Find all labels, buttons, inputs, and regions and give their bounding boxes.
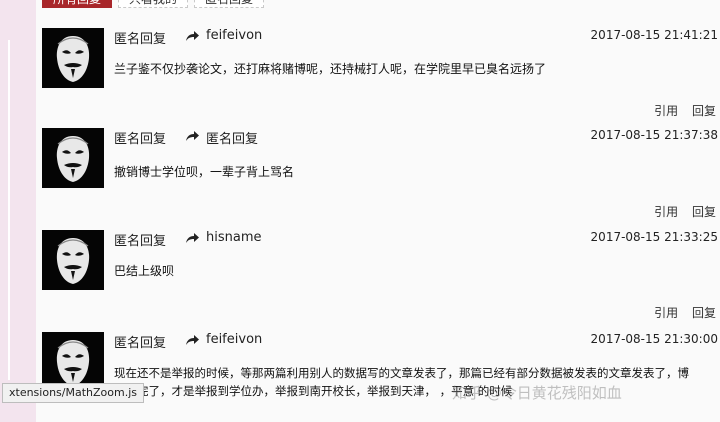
- guy-fawkes-mask-icon[interactable]: [42, 128, 104, 188]
- reply-button[interactable]: 回复: [692, 104, 716, 118]
- comment-actions: 引用 回复: [644, 304, 716, 321]
- quote-button[interactable]: 引用: [654, 205, 678, 219]
- share-arrow-icon: [186, 131, 199, 141]
- reply-button[interactable]: 回复: [692, 205, 716, 219]
- comment-text: 撤销博士学位呗，一辈子背上骂名: [114, 165, 295, 179]
- quote-button[interactable]: 引用: [654, 104, 678, 118]
- reply-target[interactable]: 匿名回复: [206, 128, 258, 147]
- share-arrow-icon: [186, 335, 199, 345]
- comment-text: 巴结上级呗: [114, 264, 175, 278]
- comment-item: 匿名回复 hisname 2017-08-15 21:33:25 巴结上级呗 引…: [42, 230, 718, 330]
- guy-fawkes-mask-icon[interactable]: [42, 28, 104, 88]
- comment-item: 匿名回复 feifeivon 2017-08-15 21:41:21 兰子鉴不仅…: [42, 28, 718, 128]
- comment-time: 2017-08-15 21:30:00: [590, 332, 718, 346]
- quote-button[interactable]: 引用: [654, 306, 678, 320]
- comment-item: 匿名回复 匿名回复 2017-08-15 21:37:38 撤销博士学位呗，一辈…: [42, 128, 718, 228]
- guy-fawkes-mask-icon[interactable]: [42, 230, 104, 290]
- comment-time: 2017-08-15 21:33:25: [590, 230, 718, 244]
- comment-item: 匿名回复 feifeivon 2017-08-15 21:30:00 现在还不是…: [42, 332, 718, 422]
- left-sidebar-stripe: [0, 0, 36, 422]
- comment-author[interactable]: 匿名回复: [114, 28, 166, 47]
- comment-author[interactable]: 匿名回复: [114, 230, 166, 249]
- tab-anonymous-replies[interactable]: 匿名回复: [194, 0, 265, 8]
- comment-text-line-1: 现在还不是举报的时候，等那两篇利用别人的数据写的文章发表了，那篇已经有部分数据被…: [114, 366, 689, 380]
- comment-actions: 引用 回复: [644, 203, 716, 220]
- comment-author[interactable]: 匿名回复: [114, 332, 166, 351]
- reply-target[interactable]: feifeivon: [206, 28, 262, 43]
- comment-actions: 引用 回复: [644, 102, 716, 119]
- comment-text: 兰子鉴不仅抄袭论文，还打麻将赌博呢，还持械打人呢，在学院里早已臭名远扬了: [114, 62, 547, 76]
- status-bar-tooltip: xtensions/MathZoom.js: [2, 383, 144, 403]
- comment-time: 2017-08-15 21:37:38: [590, 128, 718, 142]
- watermark: 知乎 @令日黄花残阳如血: [452, 384, 622, 402]
- reply-target[interactable]: feifeivon: [206, 332, 262, 347]
- comments-panel: 所有回复 只看我的 匿名回复 匿名回复 feifeivon 2017-08-15…: [36, 0, 720, 422]
- comment-tabs: 所有回复 只看我的 匿名回复: [42, 0, 265, 10]
- comment-author[interactable]: 匿名回复: [114, 128, 166, 147]
- stripe-divider: [8, 40, 10, 380]
- reply-target[interactable]: hisname: [206, 230, 262, 245]
- reply-button[interactable]: 回复: [692, 306, 716, 320]
- tab-my-replies[interactable]: 只看我的: [118, 0, 189, 8]
- tab-all-replies[interactable]: 所有回复: [42, 0, 113, 8]
- share-arrow-icon: [186, 31, 199, 41]
- comment-time: 2017-08-15 21:41:21: [590, 28, 718, 42]
- share-arrow-icon: [186, 233, 199, 243]
